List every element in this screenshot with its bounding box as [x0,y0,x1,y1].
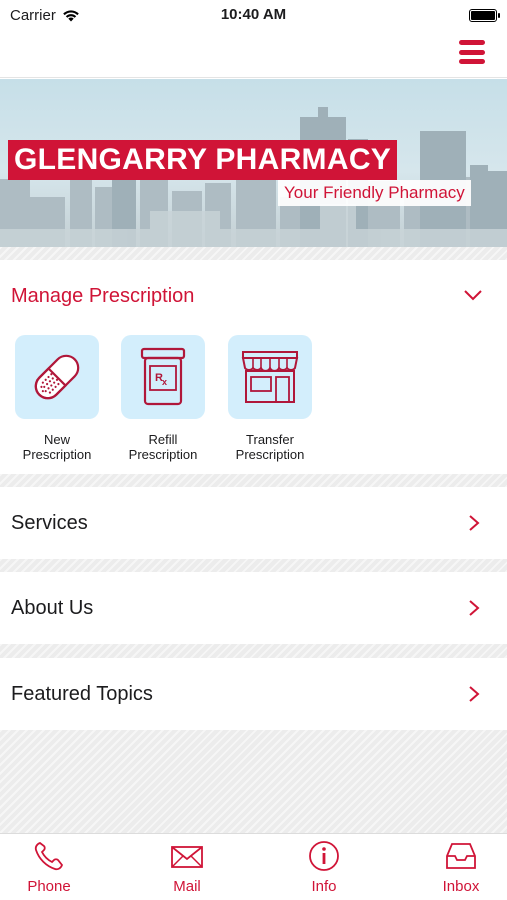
hero-banner: GLENGARRY PHARMACY Your Friendly Pharmac… [0,79,507,247]
section-divider [0,247,507,260]
refill-prescription-tile[interactable]: R x Refill Prescription [110,335,216,462]
tile-label-line1: New [43,432,70,447]
featured-topics-row[interactable]: Featured Topics [0,658,507,730]
nav-bar [0,30,507,78]
tab-mail[interactable]: Mail [142,834,232,900]
storefront-icon [228,335,312,419]
banner-subtitle: Your Friendly Pharmacy [278,180,471,206]
transfer-prescription-label: Transfer Prescription [217,432,323,462]
tile-label-line1: Refill [148,432,178,447]
status-time: 10:40 AM [220,6,287,23]
svg-text:x: x [162,377,167,387]
phone-icon [34,841,64,871]
banner-title: GLENGARRY PHARMACY [8,140,398,180]
tile-label-line2: Prescription [128,447,198,462]
featured-topics-label: Featured Topics [11,683,153,705]
tab-phone-label: Phone [27,878,71,895]
new-prescription-label: New Prescription [4,432,110,462]
section-divider [0,644,507,658]
info-icon [309,841,339,871]
hamburger-menu-icon[interactable] [459,40,485,64]
refill-prescription-label: Refill Prescription [110,432,216,462]
section-divider [0,474,507,487]
battery-icon [469,8,500,22]
status-bar: Carrier 10:40 AM [0,0,507,30]
tile-label-line2: Prescription [235,447,305,462]
transfer-prescription-tile[interactable]: Transfer Prescription [217,335,323,462]
tab-inbox[interactable]: Inbox [416,834,506,900]
chevron-right-icon [469,600,480,616]
empty-background-area [0,730,507,833]
bottom-tab-bar: Phone Mail Info Inbox [0,833,507,900]
tile-label-line2: Prescription [22,447,92,462]
prescription-tiles: New Prescription R x Refill Prescription [0,335,507,465]
tab-info[interactable]: Info [279,834,369,900]
section-divider [0,559,507,572]
chevron-right-icon [469,686,480,702]
pill-capsule-icon [15,335,99,419]
tab-mail-label: Mail [173,878,201,895]
inbox-icon [446,843,476,869]
tab-info-label: Info [311,878,337,895]
tile-label-line1: Transfer [246,432,294,447]
about-us-label: About Us [11,597,94,619]
about-us-row[interactable]: About Us [0,572,507,644]
chevron-down-icon[interactable] [463,288,483,302]
tab-inbox-label: Inbox [442,878,480,895]
manage-prescription-header[interactable]: Manage Prescription [11,285,194,308]
tab-phone[interactable]: Phone [4,834,94,900]
mail-icon [171,846,203,868]
services-row[interactable]: Services [0,487,507,559]
chevron-right-icon [469,515,480,531]
manage-prescription-section: Manage Prescription New Prescription R x… [0,260,507,474]
new-prescription-tile[interactable]: New Prescription [4,335,110,462]
services-label: Services [11,512,88,534]
rx-bottle-icon: R x [121,335,205,419]
